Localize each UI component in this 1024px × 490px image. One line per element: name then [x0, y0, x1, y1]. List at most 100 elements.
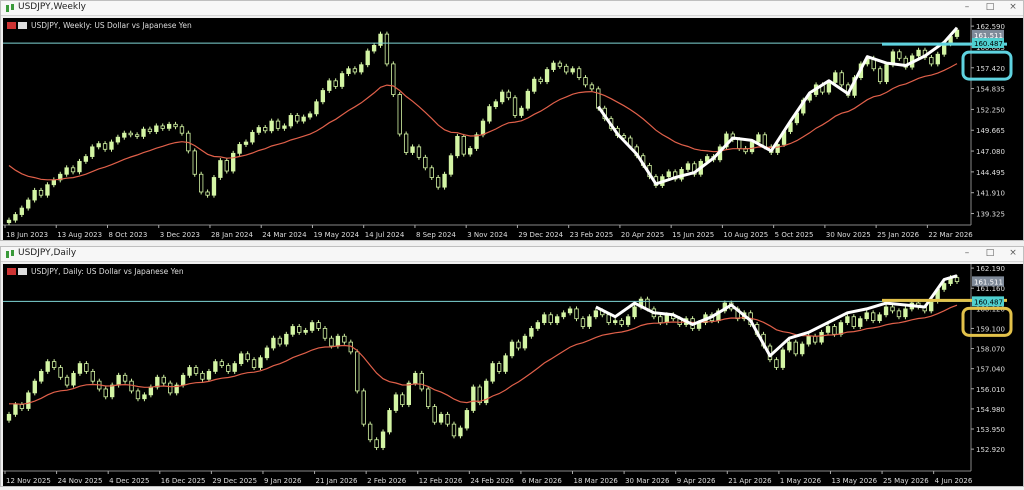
candle-body: [613, 320, 618, 323]
daily-chart-svg[interactable]: 162.190161.160160.120159.100158.070157.0…: [3, 264, 1023, 486]
maximize-button[interactable]: □: [984, 248, 996, 258]
candle-body: [213, 361, 218, 372]
candle-body: [70, 167, 76, 173]
candle-body: [787, 341, 792, 351]
y-tick-label: 162.190: [976, 265, 1005, 273]
x-tick-label: 13 Aug 2023: [57, 231, 102, 239]
candle-body: [154, 125, 159, 132]
candle-body: [884, 64, 889, 83]
candle-body: [122, 374, 128, 382]
minimize-button[interactable]: –: [961, 248, 973, 258]
x-tick-label: 29 Dec 2025: [212, 477, 257, 485]
candle-body: [442, 173, 447, 188]
candle-body: [436, 177, 441, 188]
candle-body: [596, 88, 601, 109]
candle-body: [580, 318, 586, 327]
candle-body: [432, 406, 437, 423]
x-tick-label: 8 Sep 2024: [416, 231, 456, 239]
candle-body: [193, 367, 199, 374]
weekly-chart-area[interactable]: 162.590160.005157.420154.835152.250149.6…: [3, 18, 1023, 240]
candle-body: [90, 146, 95, 157]
candle-body: [589, 84, 595, 90]
candle-body: [371, 44, 377, 52]
daily-titlebar[interactable]: USDJPY,Daily – □ ×: [1, 247, 1023, 262]
x-tick-label: 2 Feb 2026: [367, 477, 407, 485]
x-tick-label: 13 May 2026: [831, 477, 877, 485]
y-tick-label: 153.950: [976, 426, 1005, 434]
weekly-titlebar[interactable]: USDJPY,Weekly – □ ×: [1, 1, 1023, 16]
candle-body: [929, 300, 934, 312]
x-tick-label: 24 Mar 2024: [262, 231, 307, 239]
candle-body: [864, 312, 869, 320]
candle-body: [258, 357, 263, 368]
candle-body: [231, 152, 236, 172]
minimize-button[interactable]: –: [961, 2, 973, 12]
daily-window-title: USDJPY,Daily: [18, 248, 77, 258]
candle-body: [322, 328, 328, 339]
chart-window-icon: [6, 250, 14, 258]
x-tick-label: 8 Oct 2023: [108, 231, 147, 239]
candle-body: [380, 431, 386, 448]
candle-body: [496, 363, 502, 372]
candle-body: [90, 371, 96, 382]
y-tick-label: 152.920: [976, 446, 1005, 454]
candle-body: [664, 314, 669, 323]
flag-icon: [7, 268, 16, 275]
x-tick-label: 3 Nov 2024: [467, 231, 508, 239]
candle-body: [387, 410, 392, 433]
x-tick-label: 24 Feb 2026: [470, 477, 514, 485]
candle-body: [199, 173, 204, 193]
candle-body: [384, 33, 390, 65]
y-tick-label: 159.100: [976, 325, 1005, 333]
candle-body: [397, 94, 402, 135]
weekly-chart-svg[interactable]: 162.590160.005157.420154.835152.250149.6…: [3, 18, 1023, 240]
candle-body: [109, 141, 114, 150]
candle-body: [870, 312, 876, 322]
candle-body: [224, 160, 229, 172]
candle-body: [77, 363, 83, 374]
candle-body: [548, 314, 553, 323]
candle-body: [141, 128, 146, 137]
candle-body: [134, 134, 140, 137]
y-tick-label: 141.910: [976, 190, 1005, 198]
candle-body: [374, 439, 379, 448]
candle-body: [19, 207, 24, 215]
candle-body: [535, 322, 540, 329]
candle-body: [135, 390, 141, 400]
candle-body: [218, 160, 223, 178]
candle-body: [471, 386, 476, 411]
daily-chart-area[interactable]: 162.190 161.160 160.120 159.100 158.070 157.0…: [3, 264, 1023, 486]
candle-body: [263, 127, 268, 132]
candle-body: [461, 136, 466, 155]
candle-body: [361, 390, 366, 425]
x-tick-label: 5 Oct 2025: [775, 231, 814, 239]
candle-body: [335, 335, 341, 347]
candle-body: [161, 376, 166, 384]
close-button[interactable]: ×: [1007, 2, 1019, 12]
x-tick-label: 21 Jan 2026: [316, 477, 359, 485]
symbol-header: USDJPY, Weekly: US Dollar vs Japanese Ye…: [31, 21, 192, 30]
candle-body: [522, 335, 528, 349]
candle-body: [551, 62, 556, 70]
candle-body: [839, 72, 844, 86]
candle-body: [288, 115, 293, 127]
candle-body: [509, 341, 515, 357]
x-tick-label: 19 May 2024: [313, 231, 359, 239]
y-tick-label: 139.325: [976, 211, 1005, 219]
candle-body: [413, 372, 418, 384]
maximize-button[interactable]: □: [984, 2, 996, 12]
x-tick-label: 10 Aug 2025: [723, 231, 768, 239]
candle-body: [570, 68, 575, 73]
candle-body: [480, 120, 486, 136]
candle-body: [606, 314, 611, 323]
close-button[interactable]: ×: [1007, 248, 1019, 258]
candle-body: [826, 82, 832, 93]
x-tick-label: 9 Apr 2026: [677, 477, 716, 485]
candle-body: [103, 388, 108, 398]
candle-body: [487, 106, 492, 122]
candle-body: [102, 143, 108, 150]
y-tick-label: 154.980: [976, 406, 1005, 414]
candle-body: [468, 148, 473, 155]
candle-body: [168, 382, 173, 394]
candle-body: [935, 53, 940, 65]
